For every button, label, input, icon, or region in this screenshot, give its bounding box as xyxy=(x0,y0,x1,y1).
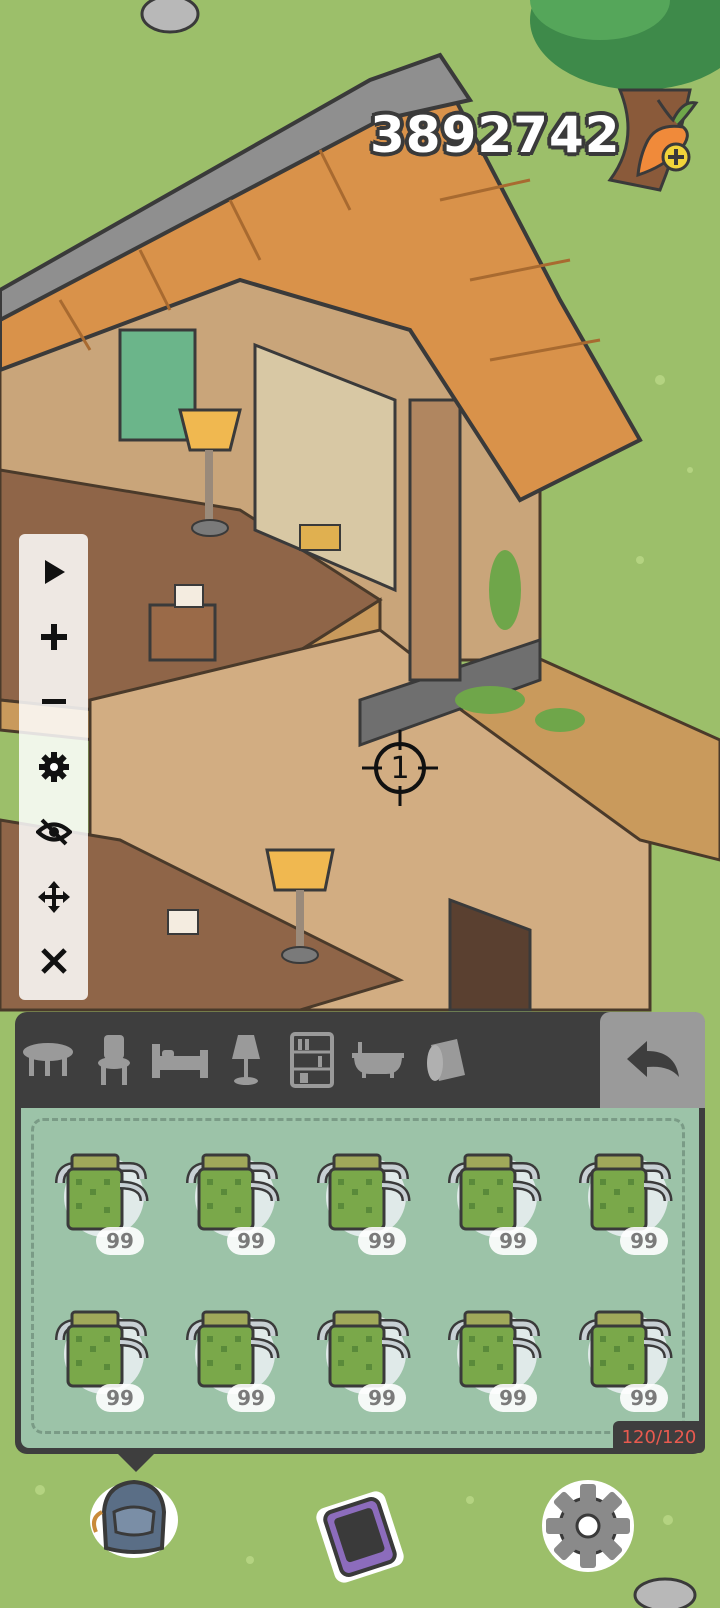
eye-slash-icon xyxy=(35,818,72,846)
item-count: 99 xyxy=(620,1384,668,1412)
phone-icon xyxy=(316,1491,404,1583)
currency-value: 3892742 xyxy=(370,106,621,164)
move-button[interactable] xyxy=(29,872,79,922)
inventory-slot[interactable]: 99 xyxy=(181,1302,281,1422)
category-tabs xyxy=(15,1012,597,1108)
inventory-slot[interactable]: 99 xyxy=(312,1145,412,1265)
build-toolbar xyxy=(19,534,88,1000)
rug-roll-icon xyxy=(427,1039,465,1081)
crosshair-label: 1 xyxy=(390,750,410,786)
item-count: 99 xyxy=(96,1384,144,1412)
back-arrow-icon xyxy=(626,1041,679,1077)
table-icon xyxy=(23,1043,73,1076)
item-count: 99 xyxy=(620,1227,668,1255)
backpack-icon xyxy=(90,1479,178,1558)
tab-tables[interactable] xyxy=(15,1012,81,1108)
placement-crosshair[interactable]: 1 xyxy=(360,728,440,808)
inventory-slot[interactable]: 99 xyxy=(574,1302,674,1422)
inventory-slot[interactable]: 99 xyxy=(50,1145,150,1265)
inventory-slot[interactable]: 99 xyxy=(181,1145,281,1265)
tab-bath[interactable] xyxy=(345,1012,411,1108)
settings-gear-icon xyxy=(542,1480,634,1572)
lamp-icon xyxy=(232,1035,260,1085)
inventory-slot[interactable]: 99 xyxy=(50,1302,150,1422)
add-carrots-button[interactable] xyxy=(628,95,708,180)
inventory-slot[interactable]: 99 xyxy=(443,1302,543,1422)
inventory-slot[interactable]: 99 xyxy=(574,1145,674,1265)
bathtub-icon xyxy=(352,1042,404,1078)
toggle-visibility-button[interactable] xyxy=(29,807,79,857)
zoom-in-button[interactable] xyxy=(29,612,79,662)
move-arrows-icon xyxy=(37,880,70,913)
bookshelf-icon xyxy=(290,1032,334,1088)
item-count: 99 xyxy=(227,1227,275,1255)
gear-icon xyxy=(38,751,69,782)
tab-rugs[interactable] xyxy=(411,1012,477,1108)
tab-lamps[interactable] xyxy=(213,1012,279,1108)
play-icon xyxy=(44,560,65,585)
tab-shelves[interactable] xyxy=(279,1012,345,1108)
game-settings-button[interactable] xyxy=(540,1478,636,1574)
play-button[interactable] xyxy=(29,547,79,597)
item-count: 99 xyxy=(358,1227,406,1255)
backpack-button[interactable] xyxy=(84,1462,184,1562)
zoom-out-button[interactable] xyxy=(29,677,79,727)
settings-button[interactable] xyxy=(29,742,79,792)
inventory-capacity: 120/120 xyxy=(613,1421,705,1453)
tab-beds[interactable] xyxy=(147,1012,213,1108)
item-count: 99 xyxy=(227,1384,275,1412)
plus-icon xyxy=(40,624,67,651)
inventory-slot[interactable]: 99 xyxy=(443,1145,543,1265)
bed-icon xyxy=(152,1044,208,1078)
item-count: 99 xyxy=(489,1227,537,1255)
item-count: 99 xyxy=(489,1384,537,1412)
chair-icon xyxy=(98,1035,130,1085)
phone-button[interactable] xyxy=(310,1488,410,1586)
minus-icon xyxy=(41,699,66,705)
item-count: 99 xyxy=(96,1227,144,1255)
inventory-slot[interactable]: 99 xyxy=(312,1302,412,1422)
close-icon xyxy=(40,948,67,975)
back-button[interactable] xyxy=(600,1012,705,1108)
close-button[interactable] xyxy=(29,936,79,986)
currency-display: 3892742 xyxy=(370,100,621,170)
item-count: 99 xyxy=(358,1384,406,1412)
tab-chairs[interactable] xyxy=(81,1012,147,1108)
carrot-add-icon xyxy=(636,99,699,178)
